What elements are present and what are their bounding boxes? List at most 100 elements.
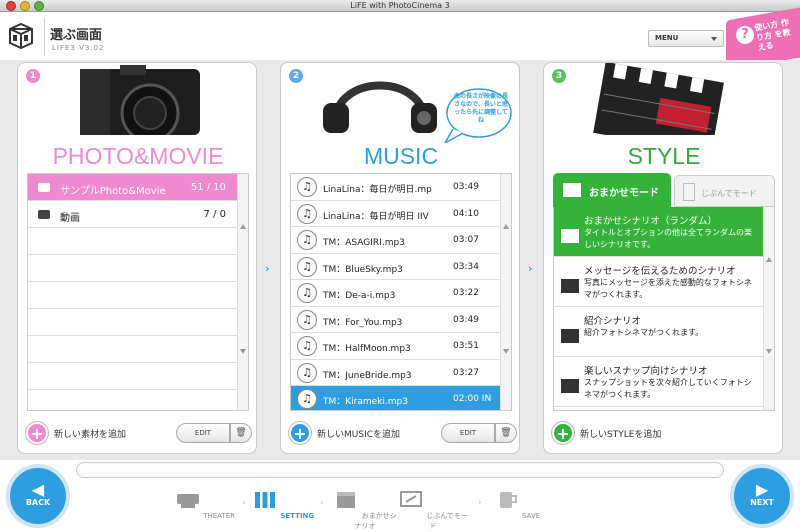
edit-button[interactable]: EDIT — [176, 423, 230, 443]
list-item[interactable]: 紹介シナリオ 紹介フォトシネマがつくれます。 — [554, 307, 774, 357]
edit-button[interactable]: EDIT — [441, 423, 495, 443]
list-item[interactable]: ♫ LinaLina：毎日が明日 IIV 04:10 — [291, 201, 511, 227]
scroll-up-icon[interactable] — [766, 257, 772, 262]
list-item[interactable]: 動画 7 / 0 — [28, 201, 248, 228]
list-item[interactable]: ♫ TM：Kirameki.mp3 02:00 IN — [291, 386, 511, 410]
list-item[interactable]: おまかせシナリオ（ランダム） タイトルとオプションの他は全てランダムの楽しいシナ… — [554, 207, 774, 257]
chevron-right-icon: › — [265, 262, 270, 275]
style-list: おまかせシナリオ（ランダム） タイトルとオプションの他は全てランダムの楽しいシナ… — [553, 207, 775, 411]
music-note-icon: ♫ — [297, 362, 317, 383]
list-item[interactable] — [28, 228, 248, 255]
list-item[interactable]: ♫ TM：ASAGIRI.mp3 03:07 — [291, 227, 511, 254]
step-label: おまかせシナリオ — [354, 512, 397, 530]
scenario-title: おまかせシナリオ（ランダム） — [584, 216, 718, 227]
track-duration: 03:22 — [453, 288, 479, 298]
step-jibunde[interactable]: じぶんでモード — [398, 490, 468, 531]
window-title: LiFE with PhotoCinema 3 — [350, 1, 450, 10]
scenario-title: 紹介シナリオ — [584, 316, 642, 327]
trash-icon[interactable]: 🗑 — [495, 423, 517, 443]
list-item[interactable] — [28, 336, 248, 363]
scroll-down-icon[interactable] — [766, 349, 772, 354]
list-item[interactable] — [28, 309, 248, 336]
step-setting[interactable]: SETTING — [248, 490, 318, 520]
add-music-button[interactable]: + — [289, 422, 311, 444]
list-item[interactable] — [28, 255, 248, 282]
list-item[interactable]: ♫ TM：De-a-i.mp3 03:22 — [291, 280, 511, 307]
scroll-up-icon[interactable] — [240, 224, 246, 229]
list-scrollbar[interactable] — [500, 174, 511, 410]
track-title: LinaLina：毎日が明日.mp — [323, 185, 432, 195]
clapperboard-icon — [561, 279, 579, 293]
progress-track — [76, 462, 724, 478]
scenario-title: メッセージを伝えるためのシナリオ — [584, 266, 736, 277]
music-note-icon: ♫ — [297, 256, 317, 277]
tab-label: おまかせモード — [589, 188, 659, 199]
music-note-icon: ♫ — [297, 283, 317, 303]
clapperboard-icon — [593, 63, 724, 135]
window-titlebar: LiFE with PhotoCinema 3 — [0, 0, 800, 12]
list-item[interactable]: サンプルPhoto&Movie 51 / 10 — [28, 174, 248, 201]
step-omakase[interactable]: おまかせシナリオ — [330, 490, 400, 531]
track-duration: 03:49 — [453, 314, 479, 325]
track-title: TM：De-a-i.mp3 — [323, 291, 396, 301]
add-label[interactable]: 新しいSTYLEを追加 — [580, 427, 661, 440]
list-item[interactable]: ♫ TM：For_You.mp3 03:49 — [291, 307, 511, 333]
list-item[interactable]: ♫ TM：BlueSky.mp3 03:34 — [291, 254, 511, 280]
add-label[interactable]: 新しいMUSICを追加 — [317, 427, 400, 440]
list-item[interactable]: ♫ LinaLina：毎日が明日.mp 03:49 — [291, 174, 511, 201]
style-panel: 3 STYLE おまかせモード じぶんでモード おまかせシナリオ（ランダム） タ… — [543, 62, 783, 454]
list-scrollbar[interactable] — [237, 174, 248, 410]
clapperboard-icon — [337, 492, 356, 508]
add-label[interactable]: 新しい素材を追加 — [54, 427, 126, 440]
app-header: 選ぶ画面 LIFE3 V3.02 MENU — [0, 13, 800, 58]
list-item[interactable] — [28, 282, 248, 309]
add-bar: + 新しい素材を追加 EDIT 🗑 — [26, 421, 252, 445]
track-title: TM：BlueSky.mp3 — [323, 264, 403, 275]
track-duration: 03:51 — [453, 341, 479, 351]
list-item[interactable]: メッセージを伝えるためのシナリオ 写真にメッセージを添えた感動的なフォトシネマが… — [554, 257, 774, 307]
track-title: TM：For_You.mp3 — [323, 317, 403, 328]
music-list: ♫ LinaLina：毎日が明日.mp 03:49 ♫ LinaLina：毎日が明日 … — [290, 173, 512, 411]
bubble-text: 曲の長さが映像の長さなので、長いと思ったら先に調整してね — [453, 93, 508, 124]
tab-omakase[interactable]: おまかせモード — [553, 173, 671, 207]
music-note-icon: ♫ — [297, 230, 317, 250]
list-item[interactable]: 楽しいスナップ向けシナリオ スナップショットを次々紹介していくフォトシネマがつく… — [554, 357, 774, 407]
add-photo-button[interactable]: + — [26, 422, 48, 444]
scroll-down-icon[interactable] — [503, 349, 509, 354]
add-style-button[interactable]: + — [552, 422, 574, 444]
list-item[interactable] — [28, 363, 248, 390]
scenario-title: 楽しいスナップ向けシナリオ — [584, 366, 708, 377]
step-number-badge: 1 — [26, 69, 40, 83]
trash-icon[interactable]: 🗑 — [230, 423, 252, 443]
step-label: SETTING — [280, 512, 315, 520]
scenario-desc: 紹介フォトシネマがつくれます。 — [584, 328, 704, 337]
chevron-right-icon: › — [528, 262, 533, 275]
track-title: TM：Kirameki.mp3 — [323, 397, 408, 407]
step-save[interactable]: SAVE — [482, 490, 552, 520]
menu-dropdown[interactable]: MENU — [648, 30, 724, 47]
scroll-down-icon[interactable] — [240, 349, 246, 354]
scenario-desc: タイトルとオプションの他は全てランダムの楽しいシナリオです。 — [584, 228, 752, 249]
track-duration: 04:10 — [453, 208, 479, 219]
item-count: 7 / 0 — [203, 209, 226, 220]
help-question-icon[interactable]: ? — [736, 26, 754, 44]
track-title: TM：ASAGIRI.mp3 — [323, 238, 405, 248]
menu-label: MENU — [655, 34, 679, 42]
page-title: 選ぶ画面 — [50, 28, 103, 43]
step-navigation: THEATER › SETTING › おまかせシナリオ | じぶんでモード ›… — [0, 484, 800, 532]
track-duration: 03:07 — [453, 235, 479, 245]
step-theater[interactable]: THEATER — [170, 490, 240, 520]
panel-title: STYLE — [627, 143, 701, 169]
tab-jibunde[interactable]: じぶんでモード — [674, 175, 775, 207]
item-label: 動画 — [60, 213, 80, 224]
scenario-desc: スナップショットを次々紹介していくフォトシネマがつくれます。 — [584, 378, 752, 399]
scroll-up-icon[interactable] — [503, 224, 509, 229]
list-item[interactable]: ♫ TM：HalfMoon.mp3 03:51 — [291, 333, 511, 360]
step-number-badge: 3 — [552, 69, 566, 83]
step-label: THEATER — [203, 512, 235, 520]
list-scrollbar[interactable] — [763, 207, 774, 410]
track-duration: 03:34 — [453, 261, 479, 272]
version-label: LIFE3 V3.02 — [52, 44, 105, 52]
list-item[interactable]: ♫ TM：JuneBride.mp3 03:27 — [291, 360, 511, 386]
track-title: TM：HalfMoon.mp3 — [323, 344, 411, 354]
